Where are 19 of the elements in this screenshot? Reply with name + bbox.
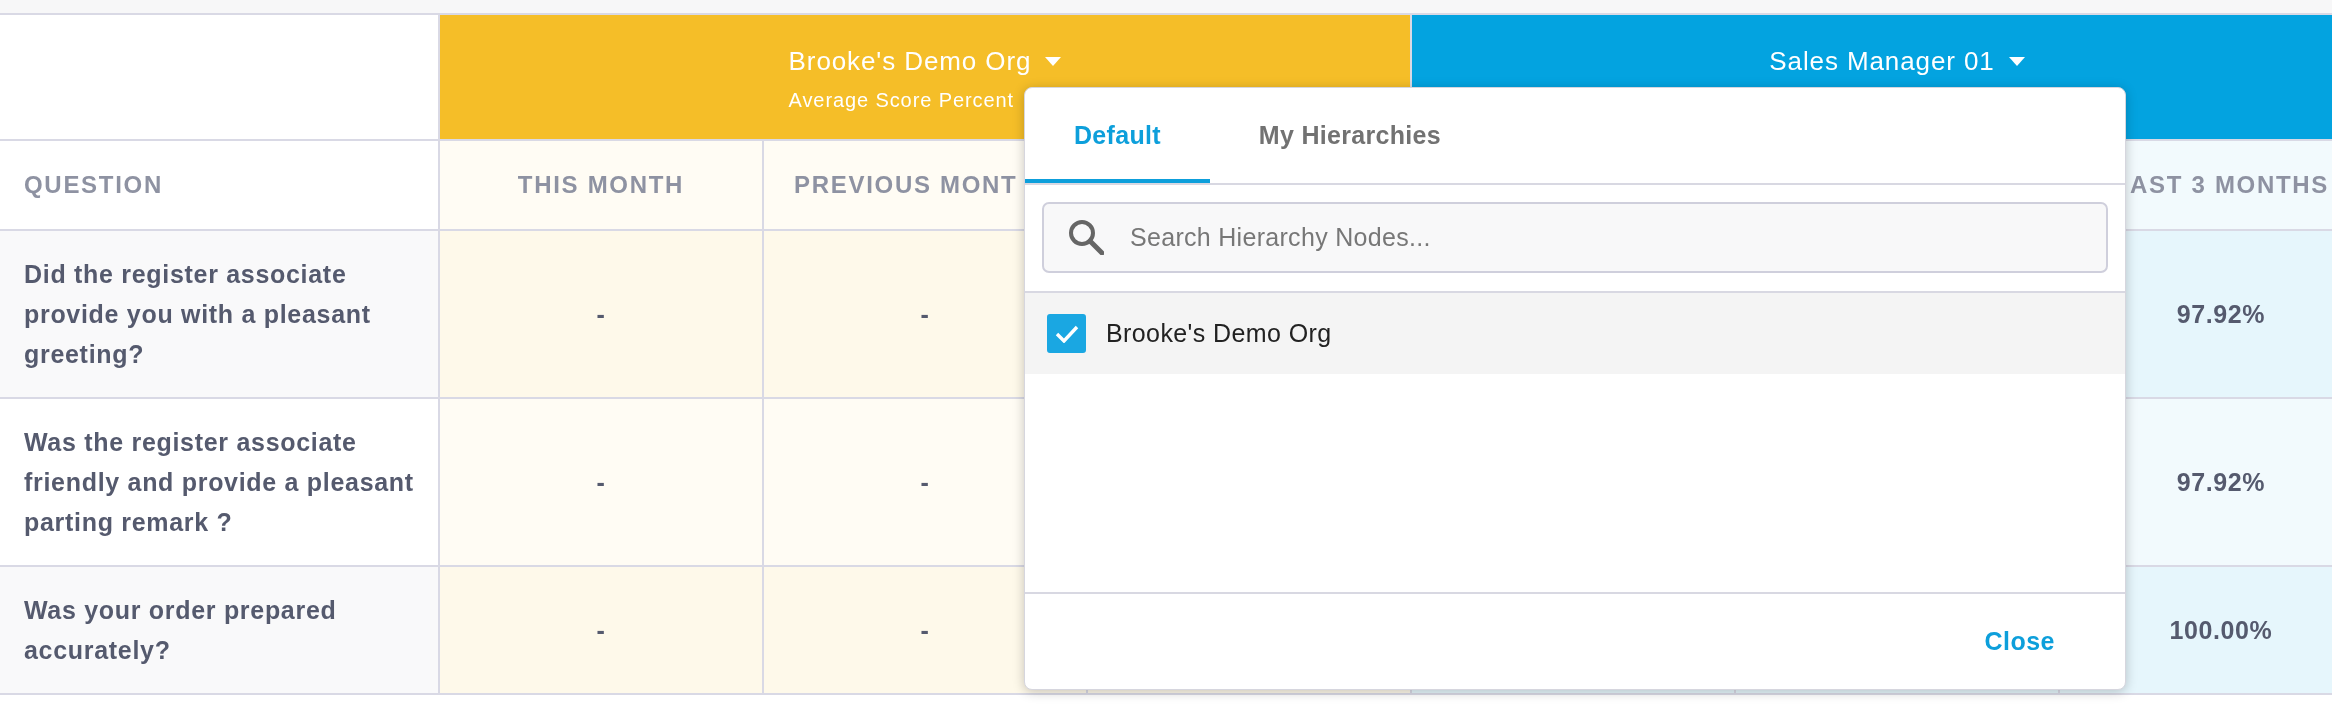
checkbox[interactable] bbox=[1047, 314, 1086, 353]
tab[interactable]: My Hierarchies bbox=[1209, 88, 1490, 183]
score-cell: - bbox=[440, 231, 764, 399]
caret-down-icon bbox=[2008, 56, 2025, 66]
question-cell: Was your order prepared accurately? bbox=[0, 567, 440, 695]
column-header: QUESTION bbox=[0, 141, 440, 231]
column-header: THIS MONTH bbox=[440, 141, 764, 231]
search-icon bbox=[1068, 219, 1104, 255]
score-cell: - bbox=[440, 399, 764, 567]
question-cell: Was the register associate friendly and provide a pleasant parting remark ? bbox=[0, 399, 440, 567]
group-subtitle: Average Score Percent bbox=[788, 88, 1014, 113]
group-selector-button[interactable]: Sales Manager 01 bbox=[1769, 43, 2025, 79]
question-cell: Did the register associate provide you with a pleasant greeting? bbox=[0, 231, 440, 399]
caret-down-icon bbox=[1045, 56, 1062, 66]
search-field[interactable]: Search Hierarchy Nodes... bbox=[1042, 202, 2108, 273]
hierarchy-node[interactable]: Brooke's Demo Org bbox=[1025, 293, 2125, 374]
score-cell: - bbox=[440, 567, 764, 695]
checkmark-icon bbox=[1054, 324, 1079, 343]
group-selector-button[interactable]: Brooke's Demo Org bbox=[788, 43, 1062, 79]
